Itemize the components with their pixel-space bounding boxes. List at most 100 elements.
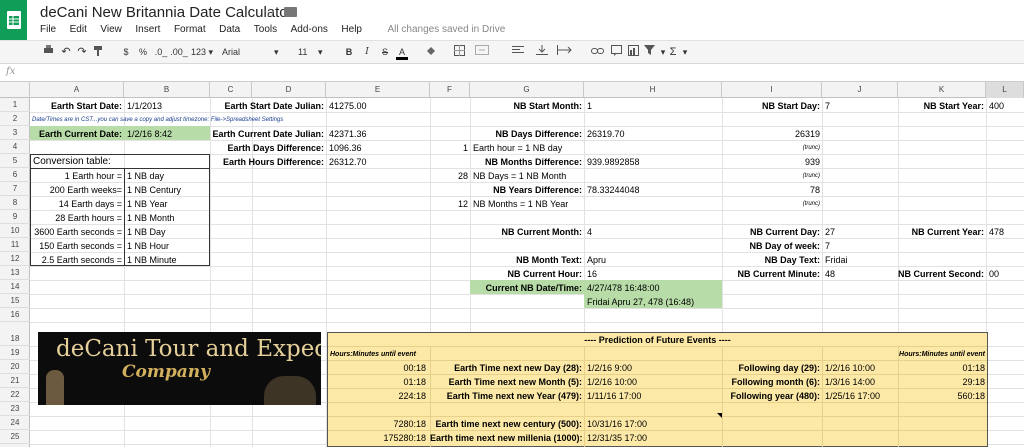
insert-link-icon[interactable] — [590, 45, 604, 59]
cell-e3[interactable]: 42371.36 — [329, 127, 367, 141]
chevron-down-icon[interactable]: ▾ — [680, 45, 690, 59]
cell-j1[interactable]: 7 — [825, 99, 830, 113]
cell-e5[interactable]: 26312.70 — [329, 155, 367, 169]
decrease-decimal-button[interactable]: .0_ — [154, 45, 168, 59]
redo-icon[interactable]: ↷ — [76, 45, 88, 59]
cell-b12[interactable]: 1 NB Minute — [127, 253, 177, 267]
menu-format[interactable]: Format — [174, 24, 206, 35]
cell-a3[interactable]: Earth Current Date: — [30, 127, 122, 141]
cell-b9[interactable]: 1 NB Month — [127, 211, 175, 225]
menu-addons[interactable]: Add-ons — [291, 24, 328, 35]
row-header[interactable]: 8 — [0, 196, 30, 210]
cell-h1[interactable]: 1 — [587, 99, 592, 113]
cell-a9[interactable]: 28 Earth hours = — [30, 211, 122, 225]
pred-left-val[interactable]: 01:18 — [330, 375, 426, 389]
row-header[interactable]: 24 — [0, 416, 30, 430]
cell-l10[interactable]: 478 — [989, 225, 1004, 239]
row-header[interactable]: 11 — [0, 238, 30, 252]
cell-a10[interactable]: 3600 Earth seconds = — [30, 225, 122, 239]
currency-format-button[interactable]: $ — [122, 45, 130, 59]
column-header-j[interactable]: J — [822, 82, 898, 98]
cell-a2[interactable]: Date/Times are in CST...you can save a c… — [32, 113, 283, 127]
pred-right-label[interactable]: Following year (480): — [722, 389, 820, 403]
cell-i3[interactable]: 26319 — [722, 127, 820, 141]
font-size-select[interactable]: 11 ▾ — [298, 45, 324, 59]
pred-label[interactable]: Earth time next new millenia (1000): — [430, 431, 583, 445]
cell-j12[interactable]: Fridai — [825, 253, 848, 267]
cell-i6[interactable]: (trunc) — [722, 169, 820, 183]
chevron-down-icon[interactable]: ▾ — [658, 45, 668, 59]
star-icon[interactable]: ☆ — [264, 5, 276, 21]
percent-format-button[interactable]: % — [138, 45, 148, 59]
sheets-logo-icon[interactable] — [0, 0, 27, 40]
row-header[interactable]: 13 — [0, 266, 30, 280]
cell-b10[interactable]: 1 NB Day — [127, 225, 166, 239]
cell-h10[interactable]: 4 — [587, 225, 592, 239]
cell-k1[interactable]: NB Start Year: — [898, 99, 984, 113]
cell-a7[interactable]: 200 Earth weeks= — [30, 183, 122, 197]
row-header[interactable]: 7 — [0, 182, 30, 196]
row-header[interactable]: 4 — [0, 140, 30, 154]
pred-date[interactable]: 1/2/16 10:00 — [587, 375, 637, 389]
column-header-a[interactable]: A — [30, 82, 124, 98]
insert-chart-icon[interactable] — [626, 45, 640, 59]
pred-right-label[interactable]: Following month (6): — [722, 375, 820, 389]
cell-a8[interactable]: 14 Earth days = — [30, 197, 122, 211]
cell-g4[interactable]: Earth hour = 1 NB day — [473, 141, 562, 155]
pred-right-val[interactable]: 29:18 — [898, 375, 985, 389]
pred-left-val[interactable]: 175280:18 — [330, 431, 426, 445]
cell-g12[interactable]: NB Month Text: — [470, 253, 582, 267]
cell-b3[interactable]: 1/2/16 8:42 — [127, 127, 172, 141]
menu-help[interactable]: Help — [341, 24, 362, 35]
cell-a6[interactable]: 1 Earth hour = — [30, 169, 122, 183]
borders-icon[interactable] — [452, 45, 466, 59]
row-header[interactable]: 2 — [0, 112, 30, 126]
pred-right-label[interactable]: Following day (29): — [722, 361, 820, 375]
row-header[interactable]: 10 — [0, 224, 30, 238]
cell-g10[interactable]: NB Current Month: — [470, 225, 583, 239]
hours-label-right[interactable]: Hours:Minutes until event — [822, 348, 985, 362]
cell-e4[interactable]: 1096.36 — [329, 141, 362, 155]
cell-i10[interactable]: NB Current Day: — [722, 225, 820, 239]
cell-k10[interactable]: NB Current Year: — [898, 225, 984, 239]
pred-right-date[interactable]: 1/3/16 14:00 — [825, 375, 875, 389]
column-header-h[interactable]: H — [584, 82, 722, 98]
more-formats-button[interactable]: 123 ▾ — [189, 45, 215, 59]
cell-i5[interactable]: 939 — [722, 155, 820, 169]
pred-right-date[interactable]: 1/2/16 10:00 — [825, 361, 875, 375]
cell-i12[interactable]: NB Day Text: — [722, 253, 820, 267]
cell-h13[interactable]: 16 — [587, 267, 597, 281]
row-header[interactable]: 18 — [0, 332, 30, 346]
strikethrough-button[interactable]: S — [380, 45, 390, 59]
pred-label[interactable]: Earth Time next new Day (28): — [430, 361, 582, 375]
cell-g6[interactable]: NB Days = 1 NB Month — [473, 169, 566, 183]
menu-edit[interactable]: Edit — [70, 24, 87, 35]
menu-view[interactable]: View — [100, 24, 122, 35]
cell-f6[interactable]: 28 — [430, 169, 468, 183]
row-header[interactable]: 14 — [0, 280, 30, 294]
cell-d3[interactable]: Earth Current Date Julian: — [210, 127, 324, 141]
cell-f4[interactable]: 1 — [430, 141, 468, 155]
cell-j11[interactable]: 7 — [825, 239, 830, 253]
cell-b6[interactable]: 1 NB day — [127, 169, 164, 183]
column-header-k[interactable]: K — [898, 82, 986, 98]
cell-b11[interactable]: 1 NB Hour — [127, 239, 169, 253]
cell-b8[interactable]: 1 NB Year — [127, 197, 168, 211]
cell-g14[interactable]: Current NB Date/Time: — [470, 281, 582, 295]
insert-comment-icon[interactable] — [610, 45, 622, 59]
horizontal-align-icon[interactable] — [510, 45, 526, 59]
document-title[interactable]: deCani New Britannia Date Calculator — [40, 4, 293, 21]
row-header[interactable]: 9 — [0, 210, 30, 224]
cell-g1[interactable]: NB Start Month: — [470, 99, 583, 113]
menu-insert[interactable]: Insert — [135, 24, 160, 35]
cell-a12[interactable]: 2.5 Earth seconds = — [30, 253, 122, 267]
cell-i7[interactable]: 78 — [722, 183, 820, 197]
pred-right-val[interactable]: 01:18 — [898, 361, 985, 375]
cell-j13[interactable]: 48 — [825, 267, 835, 281]
column-header-f[interactable]: F — [430, 82, 470, 98]
cell-a11[interactable]: 150 Earth seconds = — [30, 239, 122, 253]
cell-h15[interactable]: Fridai Apru 27, 478 (16:48) — [587, 295, 694, 309]
pred-label[interactable]: Earth Time next new Year (479): — [430, 389, 582, 403]
column-header-i[interactable]: I — [722, 82, 822, 98]
column-header-l[interactable]: L — [986, 82, 1024, 98]
